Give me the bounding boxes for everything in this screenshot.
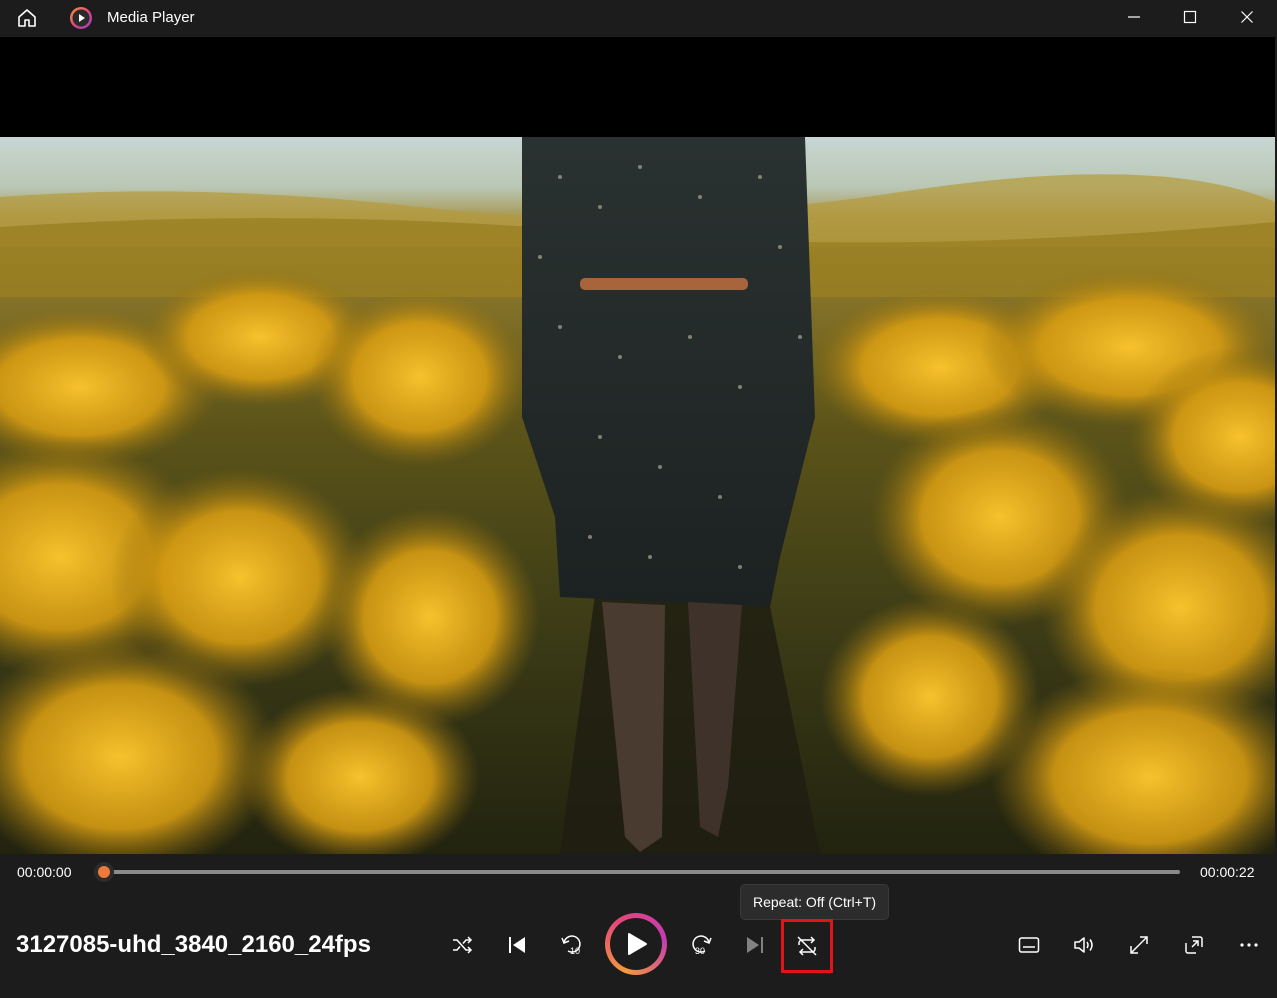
volume-icon <box>1074 937 1093 953</box>
seek-bar[interactable] <box>105 870 1180 874</box>
svg-text:30: 30 <box>695 946 705 956</box>
volume-button[interactable] <box>1064 925 1104 965</box>
svg-text:10: 10 <box>570 946 580 956</box>
minimize-button[interactable] <box>1106 0 1162 34</box>
more-options-button[interactable] <box>1229 925 1269 965</box>
subtitles-button[interactable] <box>1009 925 1049 965</box>
media-player-logo-icon <box>68 6 94 30</box>
video-viewport[interactable] <box>0 37 1275 854</box>
repeat-tooltip: Repeat: Off (Ctrl+T) <box>740 884 890 920</box>
mini-player-icon <box>1185 936 1203 954</box>
shuffle-icon <box>453 936 473 954</box>
play-button[interactable] <box>605 913 667 975</box>
next-button[interactable] <box>735 925 775 965</box>
skip-back-10-icon: 10 <box>561 935 581 956</box>
next-icon <box>747 937 763 953</box>
fullscreen-button[interactable] <box>1119 925 1159 965</box>
fullscreen-icon <box>1130 936 1148 954</box>
media-title: 3127085-uhd_3840_2160_24fps <box>16 931 371 958</box>
subtitles-icon <box>1018 937 1040 953</box>
home-icon[interactable] <box>14 6 40 30</box>
playback-controls: 00:00:00 00:00:22 Repeat: Off (Ctrl+T) 3… <box>0 854 1277 998</box>
close-icon <box>1241 11 1253 23</box>
current-time: 00:00:00 <box>17 864 72 880</box>
maximize-icon <box>1183 10 1197 24</box>
maximize-button[interactable] <box>1162 0 1218 34</box>
play-icon <box>628 933 647 955</box>
app-title: Media Player <box>107 9 195 26</box>
previous-button[interactable] <box>497 925 537 965</box>
title-bar: Media Player <box>0 0 1277 37</box>
repeat-highlight-box <box>781 919 833 973</box>
skip-forward-30-icon: 30 <box>692 935 712 956</box>
mini-player-button[interactable] <box>1174 925 1214 965</box>
skip-forward-button[interactable]: 30 <box>681 925 721 965</box>
seek-thumb[interactable] <box>94 862 114 882</box>
total-time: 00:00:22 <box>1200 864 1255 880</box>
minimize-icon <box>1128 16 1140 18</box>
skip-back-button[interactable]: 10 <box>552 925 592 965</box>
shuffle-button[interactable] <box>442 925 482 965</box>
previous-icon <box>509 937 525 953</box>
more-options-icon <box>1240 943 1258 947</box>
close-button[interactable] <box>1219 0 1275 34</box>
video-frame <box>0 137 1275 854</box>
